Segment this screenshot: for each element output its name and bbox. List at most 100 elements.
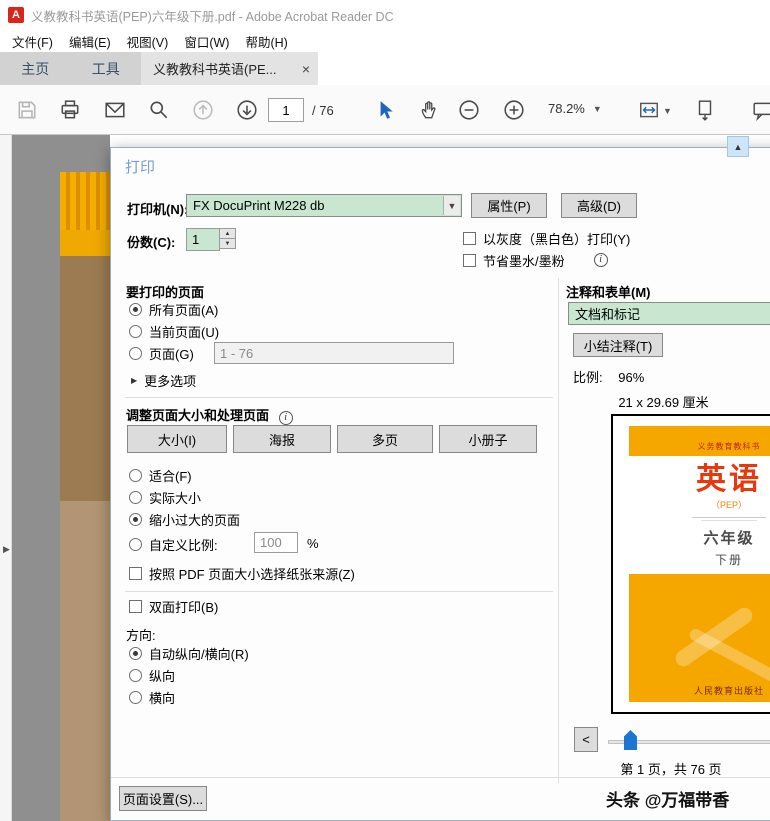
menu-window[interactable]: 窗口(W) bbox=[176, 30, 237, 53]
size-button[interactable]: 大小(I) bbox=[127, 425, 227, 453]
stepper-down-icon[interactable]: ▼ bbox=[219, 238, 236, 249]
close-icon[interactable]: × bbox=[302, 61, 310, 77]
shrink-radio[interactable] bbox=[129, 512, 142, 526]
page-range-option[interactable]: 页面(G) bbox=[129, 345, 194, 362]
paper-source-label: 按照 PDF 页面大小选择纸张来源(Z) bbox=[149, 566, 355, 582]
all-pages-option[interactable]: 所有页面(A) bbox=[129, 301, 219, 318]
current-page-option[interactable]: 当前页面(U) bbox=[129, 323, 219, 340]
previous-view-icon[interactable] bbox=[192, 99, 214, 121]
auto-orientation-radio[interactable] bbox=[129, 646, 142, 660]
scrollbar-up-button[interactable]: ▲ bbox=[727, 136, 749, 157]
portrait-radio[interactable] bbox=[129, 668, 142, 682]
fit-option[interactable]: 适合(F) bbox=[129, 467, 192, 484]
properties-button[interactable]: 属性(P) bbox=[471, 193, 547, 218]
tab-tools[interactable]: 工具 bbox=[71, 52, 142, 85]
tab-home[interactable]: 主页 bbox=[0, 52, 71, 85]
custom-scale-input[interactable] bbox=[254, 532, 298, 553]
actual-size-option[interactable]: 实际大小 bbox=[129, 489, 201, 506]
landscape-radio[interactable] bbox=[129, 690, 142, 704]
cover-grade: 六年级 bbox=[703, 529, 755, 547]
page-range-radio[interactable] bbox=[129, 346, 142, 360]
screen: A 义教教科书英语(PEP)六年级下册.pdf - Adobe Acrobat … bbox=[0, 0, 770, 821]
duplex-label: 双面打印(B) bbox=[149, 599, 219, 615]
actual-size-radio[interactable] bbox=[129, 490, 142, 504]
email-icon[interactable] bbox=[104, 99, 126, 121]
grayscale-option[interactable]: 以灰度（黑白色）打印(Y) bbox=[463, 230, 631, 247]
search-icon[interactable] bbox=[148, 99, 170, 121]
preview-page-slider-thumb[interactable] bbox=[624, 730, 637, 750]
menu-edit[interactable]: 编辑(E) bbox=[61, 30, 119, 53]
comment-tool-icon[interactable] bbox=[752, 99, 770, 121]
preview-page: 义务教育教科书 英语 （PEP） 六年级 下册 人民教育出版社 bbox=[629, 426, 770, 702]
paper-source-option[interactable]: 按照 PDF 页面大小选择纸张来源(Z) bbox=[129, 565, 355, 582]
custom-scale-radio[interactable] bbox=[129, 537, 142, 551]
auto-orientation-label: 自动纵向/横向(R) bbox=[149, 646, 249, 662]
landscape-label: 横向 bbox=[149, 690, 176, 706]
info-icon: i bbox=[593, 253, 608, 267]
summarize-comments-button[interactable]: 小结注释(T) bbox=[573, 333, 663, 357]
poster-button[interactable]: 海报 bbox=[233, 425, 331, 453]
all-pages-radio[interactable] bbox=[129, 302, 142, 316]
next-view-icon[interactable] bbox=[236, 99, 258, 121]
chevron-down-icon[interactable]: ▼ bbox=[663, 106, 672, 116]
current-page-radio[interactable] bbox=[129, 324, 142, 338]
menu-view[interactable]: 视图(V) bbox=[119, 30, 177, 53]
select-tool-icon[interactable] bbox=[374, 99, 396, 121]
fit-width-icon[interactable] bbox=[638, 99, 660, 121]
cover-title-area: 英语 （PEP） 六年级 下册 bbox=[629, 456, 770, 574]
portrait-option[interactable]: 纵向 bbox=[129, 667, 175, 684]
menu-file[interactable]: 文件(F) bbox=[4, 30, 61, 53]
tab-document[interactable]: 义教教科书英语(PE... × bbox=[141, 52, 318, 85]
custom-scale-option[interactable]: 自定义比例: bbox=[129, 536, 218, 553]
printer-select[interactable]: FX DocuPrint M228 db ▼ bbox=[186, 194, 462, 217]
print-preview: 义务教育教科书 英语 （PEP） 六年级 下册 人民教育出版社 bbox=[611, 414, 770, 714]
comments-select[interactable]: 文档和标记 ▼ bbox=[568, 302, 770, 325]
zoom-level-value: 78.2% bbox=[548, 101, 585, 116]
cover-brown-art bbox=[60, 256, 110, 501]
grayscale-label: 以灰度（黑白色）打印(Y) bbox=[483, 231, 631, 247]
panel-expand-icon[interactable]: ▶ bbox=[3, 544, 10, 555]
print-dialog: 打印 打印机(N): FX DocuPrint M228 db ▼ 属性(P) … bbox=[110, 147, 770, 821]
page-scrolling-icon[interactable] bbox=[694, 99, 716, 121]
auto-orientation-option[interactable]: 自动纵向/横向(R) bbox=[129, 645, 249, 662]
shrink-option[interactable]: 缩小过大的页面 bbox=[129, 511, 240, 528]
grayscale-checkbox[interactable] bbox=[463, 231, 476, 245]
preview-page-status: 第 1 页，共 76 页 bbox=[620, 762, 722, 777]
more-options-toggle[interactable]: ▶ 更多选项 bbox=[131, 372, 197, 389]
fit-label: 适合(F) bbox=[149, 468, 192, 484]
save-ink-checkbox[interactable] bbox=[463, 253, 476, 267]
duplex-checkbox[interactable] bbox=[129, 599, 142, 613]
chevron-down-icon: ▼ bbox=[592, 103, 602, 114]
fit-radio[interactable] bbox=[129, 468, 142, 482]
sizing-heading-label: 调整页面大小和处理页面 bbox=[126, 408, 270, 423]
all-pages-label: 所有页面(A) bbox=[149, 302, 219, 318]
save-icon[interactable] bbox=[16, 99, 38, 121]
cover-title: 英语 bbox=[696, 463, 762, 496]
zoom-in-icon[interactable] bbox=[503, 99, 525, 121]
window-title: 义教教科书英语(PEP)六年级下册.pdf - Adobe Acrobat Re… bbox=[31, 9, 394, 24]
print-icon[interactable] bbox=[59, 99, 81, 121]
menu-bar: 文件(F) 编辑(E) 视图(V) 窗口(W) 帮助(H) bbox=[0, 30, 770, 52]
previous-page-button[interactable]: < bbox=[574, 727, 598, 752]
paper-source-checkbox[interactable] bbox=[129, 566, 142, 580]
save-ink-option[interactable]: 节省墨水/墨粉 i bbox=[463, 252, 608, 269]
duplex-option[interactable]: 双面打印(B) bbox=[129, 598, 219, 615]
comments-heading: 注释和表单(M) bbox=[566, 285, 651, 300]
page-range-input[interactable] bbox=[214, 342, 454, 364]
multiple-button[interactable]: 多页 bbox=[337, 425, 433, 453]
landscape-option[interactable]: 横向 bbox=[129, 689, 176, 706]
zoom-level-combo[interactable]: 78.2% ▼ bbox=[548, 101, 602, 116]
advanced-button[interactable]: 高级(D) bbox=[561, 193, 637, 218]
copies-stepper[interactable]: ▲ ▼ bbox=[219, 228, 236, 251]
percent-label: % bbox=[307, 536, 319, 551]
paper-size-label: 21 x 29.69 厘米 bbox=[618, 395, 709, 410]
copies-input[interactable] bbox=[186, 228, 220, 251]
more-options-label: 更多选项 bbox=[144, 373, 197, 389]
page-setup-button[interactable]: 页面设置(S)... bbox=[119, 786, 207, 811]
booklet-button[interactable]: 小册子 bbox=[439, 425, 537, 453]
hand-tool-icon[interactable] bbox=[418, 99, 440, 121]
zoom-out-icon[interactable] bbox=[458, 99, 480, 121]
menu-help[interactable]: 帮助(H) bbox=[237, 30, 295, 53]
page-number-input[interactable] bbox=[268, 98, 304, 122]
acrobat-app-icon: A bbox=[8, 7, 24, 23]
